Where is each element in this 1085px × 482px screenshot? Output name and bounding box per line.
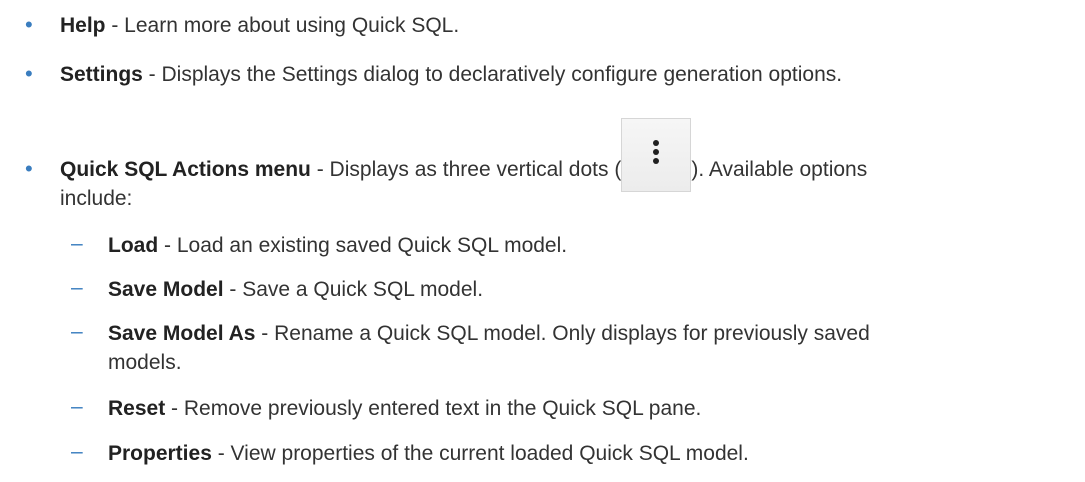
term-save-model: Save Model <box>108 278 224 301</box>
dash-marker: – <box>71 232 83 255</box>
dash-marker: – <box>71 320 83 343</box>
desc-help: - Learn more about using Quick SQL. <box>105 14 460 37</box>
desc-save-model-as-line2: models. <box>108 351 182 374</box>
term-reset: Reset <box>108 397 166 420</box>
list-item-text: Quick SQL Actions menu - Displays as thr… <box>60 118 868 192</box>
desc-actions-menu-after: ). Available options <box>691 158 868 181</box>
dash-marker: – <box>71 440 83 463</box>
bullet-marker: • <box>25 12 33 37</box>
term-save-model-as: Save Model As <box>108 322 256 345</box>
desc-load: - Load an existing saved Quick SQL model… <box>158 234 568 257</box>
desc-save-model: - Save a Quick SQL model. <box>223 278 484 301</box>
term-settings: Settings <box>60 63 143 86</box>
bullet-marker: • <box>25 156 33 181</box>
desc-settings: - Displays the Settings dialog to declar… <box>142 63 843 86</box>
list-item-text: Settings - Displays the Settings dialog … <box>60 61 842 89</box>
sublist-item-text: Save Model As - Rename a Quick SQL model… <box>108 320 1068 348</box>
dash-marker: – <box>71 276 83 299</box>
term-properties: Properties <box>108 442 212 465</box>
desc-properties: - View properties of the current loaded … <box>211 442 749 465</box>
three-vertical-dots-icon <box>621 118 692 192</box>
dash-marker: – <box>71 395 83 418</box>
list-item-text: Help - Learn more about using Quick SQL. <box>60 12 459 40</box>
sublist-item-text: Reset - Remove previously entered text i… <box>108 395 1068 423</box>
desc-actions-menu-line2: include: <box>60 187 133 210</box>
desc-save-model-as: - Rename a Quick SQL model. Only display… <box>255 322 870 345</box>
term-actions-menu: Quick SQL Actions menu <box>60 158 311 181</box>
bullet-marker: • <box>25 61 33 86</box>
sublist-item-text: Properties - View properties of the curr… <box>108 440 1068 468</box>
sublist-item-text: Save Model - Save a Quick SQL model. <box>108 276 1068 304</box>
term-load: Load <box>108 234 159 257</box>
sublist-item-text: Load - Load an existing saved Quick SQL … <box>108 232 1068 260</box>
term-help: Help <box>60 14 106 37</box>
desc-reset: - Remove previously entered text in the … <box>165 397 702 420</box>
desc-actions-menu-before: - Displays as three vertical dots ( <box>310 158 622 181</box>
